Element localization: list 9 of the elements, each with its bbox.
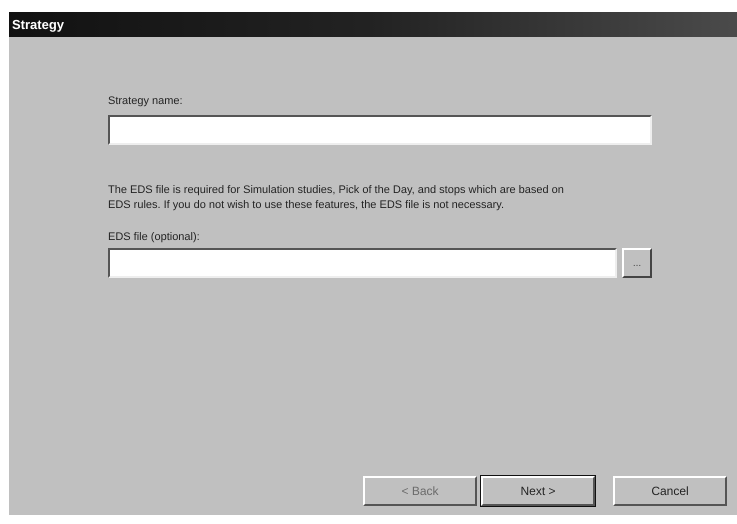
eds-file-field[interactable] bbox=[108, 248, 617, 278]
field-label: Strategy name: bbox=[108, 95, 183, 107]
info-text: The EDS file is required for Simulation studies, Pick of the Day, and stops which are based on EDS rules. If you do not wish to use these features, the EDS file is not necessary. bbox=[108, 183, 565, 213]
field-label: EDS file (optional): bbox=[108, 231, 200, 243]
dialog-button[interactable]: Next > bbox=[481, 476, 595, 506]
browse-button[interactable]: ... bbox=[622, 248, 652, 278]
window-title: Strategy bbox=[12, 17, 64, 32]
strategy-name-field[interactable] bbox=[108, 115, 652, 145]
dialog-button[interactable]: Cancel bbox=[613, 476, 727, 506]
